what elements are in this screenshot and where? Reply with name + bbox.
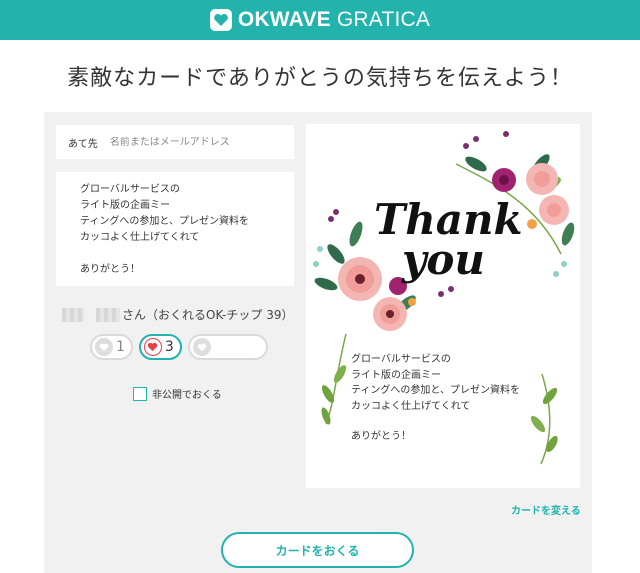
heart-icon	[95, 338, 113, 356]
message-line: グローバルサービスの	[80, 184, 180, 195]
redacted-name	[62, 307, 84, 322]
logo[interactable]: OKWAVE GRATICA	[209, 8, 431, 32]
top-header: OKWAVE GRATICA	[0, 0, 640, 40]
heart-icon	[192, 338, 211, 356]
sender-info: さん（おくれるOK-チップ 39）	[62, 306, 293, 323]
private-label: 非公開でおくる	[152, 390, 222, 401]
tip-option-1[interactable]: 1	[90, 334, 133, 360]
card-message-line: ティングへの参加と、プレゼン資料を	[351, 385, 520, 396]
page-title: 素敵なカードでありがとうの気持ちを伝えよう！	[67, 66, 573, 91]
heart-icon	[143, 338, 162, 356]
logo-text: OKWAVE GRATICA	[237, 8, 431, 31]
message-line: ティングへの参加と、プレゼン資料を	[80, 216, 249, 227]
private-option[interactable]: 非公開でおくる	[133, 386, 222, 401]
private-checkbox[interactable]	[133, 386, 147, 401]
recipient-input[interactable]	[109, 136, 280, 148]
heart-icon	[209, 9, 232, 31]
send-card-button[interactable]: カードをおくる	[221, 532, 414, 568]
tip-option-custom[interactable]	[187, 334, 268, 360]
card-message-line: グローバルサービスの	[351, 354, 451, 365]
recipient-field[interactable]: あて先	[56, 125, 294, 159]
message-line: ライト版の企画ミー	[80, 200, 170, 211]
tip-value: 1	[116, 339, 125, 355]
message-closing: ありがとう！	[80, 264, 140, 275]
card-message-line: カッコよく仕上げてくれて	[351, 400, 471, 412]
message-line: カッコよく仕上げてくれて	[80, 232, 200, 243]
message-textarea[interactable]: グローバルサービスの ライト版の企画ミー ティングへの参加と、プレゼン資料を カ…	[56, 172, 294, 286]
sender-tip-text: さん（おくれるOK-チップ 39）	[122, 308, 294, 322]
card-message-line: ライト版の企画ミー	[351, 369, 441, 381]
tip-option-3[interactable]: 3	[138, 334, 182, 360]
card-you-text: you	[401, 235, 485, 284]
redacted-name	[96, 307, 120, 322]
card-message: グローバルサービスの ライト版の企画ミー ティングへの参加と、プレゼン資料を カ…	[351, 352, 520, 445]
tip-selector: 1 3	[90, 334, 268, 360]
card-preview: Thank you グローバルサービスの ライト版の企画ミー ティングへの参加と…	[306, 124, 580, 488]
card-message-closing: ありがとう！	[351, 431, 411, 442]
recipient-label: あて先	[68, 138, 98, 150]
tip-custom-input[interactable]	[219, 338, 260, 356]
change-card-link[interactable]: カードを変える	[511, 502, 581, 517]
tip-value: 3	[164, 339, 174, 355]
